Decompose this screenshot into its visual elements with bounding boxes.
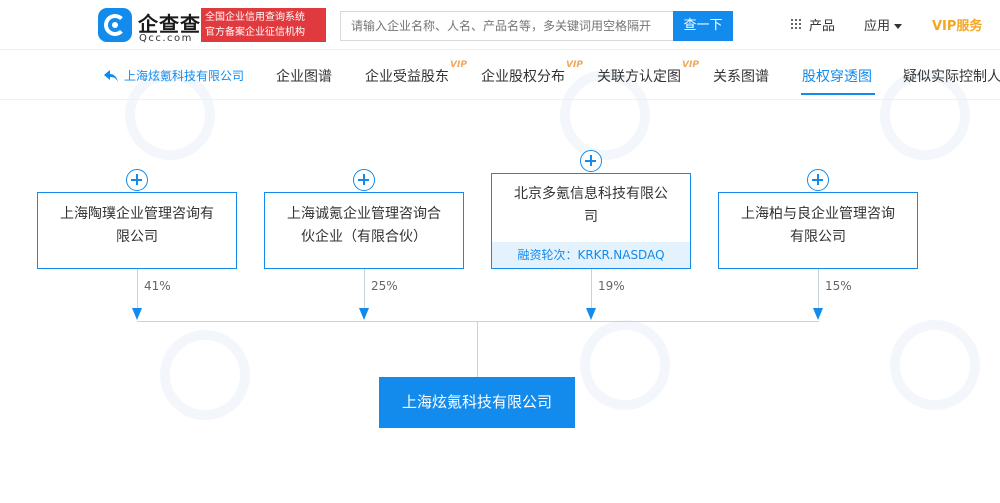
- connector-line: [591, 269, 592, 309]
- tab-equity-distribution[interactable]: 企业股权分布: [481, 66, 565, 86]
- slogan-line1: 全国企业信用查询系统: [205, 12, 305, 23]
- expand-plus-icon[interactable]: [580, 150, 602, 172]
- tab-equity-penetration[interactable]: 股权穿透图: [802, 66, 872, 86]
- connector-line: [818, 269, 819, 309]
- shareholder-name-line1: 北京多氪信息科技有限公: [514, 186, 668, 202]
- top-header: 企查查 Qcc.com 全国企业信用查询系统 官方备案企业征信机构 查一下 产品…: [0, 0, 1000, 50]
- share-percent: 19%: [598, 279, 625, 293]
- share-percent: 41%: [144, 279, 171, 293]
- financing-round-tag: 融资轮次：KRKR.NASDAQ: [492, 242, 690, 268]
- shareholder-name-line2: 有限公司: [790, 229, 846, 245]
- expand-plus-icon[interactable]: [126, 169, 148, 191]
- shareholder-name-line1: 上海柏与良企业管理咨询: [741, 206, 895, 222]
- arrow-down-icon: [359, 308, 369, 320]
- connector-line: [137, 321, 819, 322]
- slogan-line2: 官方备案企业征信机构: [205, 27, 305, 38]
- vip-tag: VIP: [682, 60, 699, 70]
- logo-domain: Qcc.com: [139, 33, 193, 44]
- connector-line: [137, 269, 138, 309]
- shareholder-node[interactable]: 上海陶璞企业管理咨询有 限公司: [37, 192, 237, 269]
- tab-relationship-graph[interactable]: 关系图谱: [713, 66, 769, 86]
- tab-beneficial-owners[interactable]: 企业受益股东: [365, 66, 449, 86]
- expand-plus-icon[interactable]: [353, 169, 375, 191]
- shareholder-name-line2: 司: [584, 209, 598, 225]
- grid-icon: [791, 19, 803, 31]
- back-company-link[interactable]: 上海炫氪科技有限公司: [124, 67, 244, 84]
- nav-product[interactable]: 产品: [809, 15, 835, 34]
- connector-line: [477, 321, 478, 377]
- nav-app-label: 应用: [864, 19, 891, 34]
- arrow-down-icon: [132, 308, 142, 320]
- connector-line: [364, 269, 365, 309]
- tab-related-party[interactable]: 关联方认定图: [597, 66, 681, 86]
- search-button[interactable]: 查一下: [673, 11, 733, 41]
- shareholder-name-line2: 限公司: [116, 229, 158, 245]
- vip-tag: VIP: [566, 60, 583, 70]
- qcc-logo-icon: [98, 8, 132, 42]
- target-company-node[interactable]: 上海炫氪科技有限公司: [379, 377, 575, 428]
- shareholder-name-line1: 上海诚氪企业管理咨询合: [287, 206, 441, 222]
- expand-plus-icon[interactable]: [807, 169, 829, 191]
- chevron-down-icon: [894, 24, 903, 29]
- share-percent: 15%: [825, 279, 852, 293]
- tab-bar: 上海炫氪科技有限公司 企业图谱 企业受益股东 VIP 企业股权分布 VIP 关联…: [0, 50, 1000, 100]
- vip-tag: VIP: [450, 60, 467, 70]
- shareholder-node[interactable]: 北京多氪信息科技有限公 司 融资轮次：KRKR.NASDAQ: [491, 173, 691, 269]
- qcc-logo[interactable]: 企查查 Qcc.com: [98, 8, 200, 44]
- nav-app[interactable]: 应用: [864, 15, 903, 34]
- shareholder-name-line2: 伙企业（有限合伙）: [301, 229, 427, 245]
- active-tab-underline: [801, 93, 875, 95]
- tab-actual-controller[interactable]: 疑似实际控制人: [903, 66, 1000, 86]
- arrow-down-icon: [813, 308, 823, 320]
- search-input[interactable]: [340, 11, 673, 41]
- shareholder-node[interactable]: 上海柏与良企业管理咨询 有限公司: [718, 192, 918, 269]
- slogan-badge: 全国企业信用查询系统 官方备案企业征信机构: [201, 8, 326, 42]
- nav-vip-service[interactable]: VIP服务: [932, 15, 982, 34]
- arrow-down-icon: [586, 308, 596, 320]
- shareholder-node[interactable]: 上海诚氪企业管理咨询合 伙企业（有限合伙）: [264, 192, 464, 269]
- shareholder-name-line1: 上海陶璞企业管理咨询有: [60, 206, 214, 222]
- back-arrow-icon[interactable]: [104, 70, 118, 82]
- tab-enterprise-graph[interactable]: 企业图谱: [276, 66, 332, 86]
- share-percent: 25%: [371, 279, 398, 293]
